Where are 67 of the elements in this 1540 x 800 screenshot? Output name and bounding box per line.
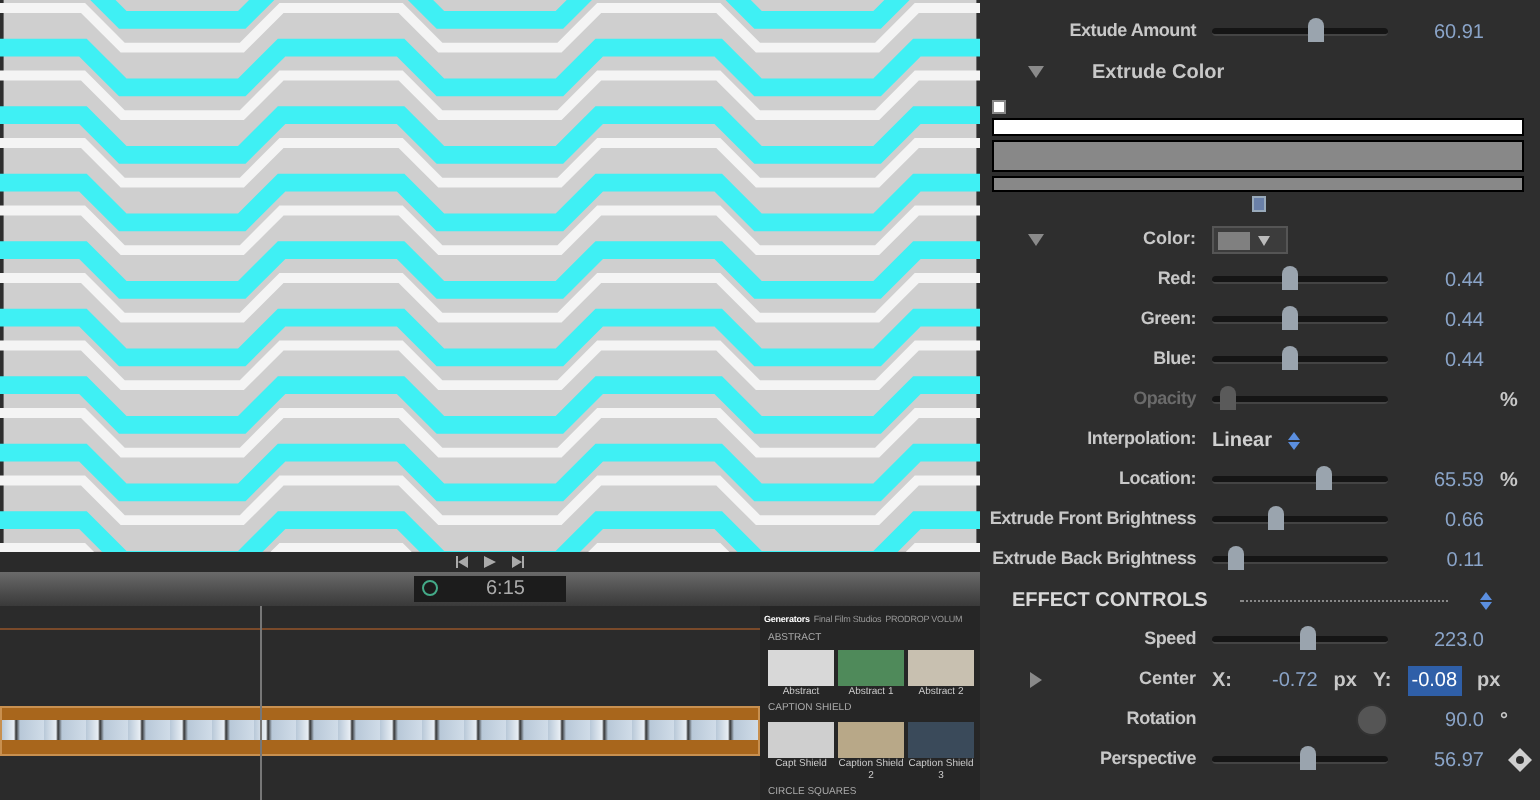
unit-label: ° [1500, 707, 1508, 735]
parameter-label: Extude Amount [1067, 18, 1196, 45]
caret-icon [1258, 235, 1270, 245]
parameter-label: Location: [1117, 466, 1196, 493]
generator-thumbnail[interactable] [908, 650, 974, 686]
skip-forward-icon[interactable] [512, 555, 524, 568]
unit-label: % [1500, 387, 1518, 415]
disclosure-triangle-icon[interactable] [1028, 672, 1044, 688]
disclosure-triangle-icon[interactable] [1028, 64, 1044, 80]
section-title: EFFECT CONTROLS [1012, 587, 1208, 615]
parameter-value[interactable]: -0.08 [1407, 665, 1462, 695]
skip-back-icon[interactable] [456, 555, 468, 568]
interpolation-popup[interactable]: Linear [1212, 425, 1301, 455]
parameter-label: Extrude Front Brightness [987, 506, 1196, 533]
keyframe-diamond-icon[interactable] [1508, 748, 1532, 772]
axis-label: X: [1212, 667, 1232, 695]
slider-thumb[interactable] [1228, 546, 1244, 570]
slider-thumb[interactable] [1300, 746, 1316, 770]
parameter-label: Interpolation: [1085, 426, 1196, 453]
slider-thumb[interactable] [1282, 266, 1299, 290]
slider-thumb[interactable] [1315, 466, 1332, 490]
parameter-label: Color: [1143, 226, 1196, 253]
video-clip[interactable] [0, 705, 760, 756]
unit-label: % [1500, 467, 1518, 495]
unit-label: px [1477, 667, 1501, 695]
slider-thumb[interactable] [1282, 346, 1299, 370]
color-stop-icon[interactable] [992, 100, 1006, 114]
slider-thumb[interactable] [1268, 506, 1284, 530]
parameter-label: Extrude Back Brightness [990, 546, 1196, 573]
parameter-value[interactable]: 0.44 [1404, 345, 1484, 375]
parameter-label: Rotation [1124, 706, 1196, 733]
color-well[interactable] [1212, 226, 1288, 254]
parameter-value[interactable]: 60.91 [1404, 17, 1484, 47]
parameter-label: Center [1138, 666, 1196, 693]
parameter-label: Blue: [1151, 346, 1196, 373]
gradient-bar[interactable] [992, 118, 1524, 136]
stepper-icon[interactable] [1480, 591, 1492, 609]
parameter-label: Green: [1138, 306, 1196, 333]
generator-thumbnail[interactable] [838, 721, 904, 757]
slider-thumb[interactable] [1282, 306, 1299, 330]
slider-thumb[interactable] [1300, 626, 1316, 650]
generator-thumbnail[interactable] [768, 650, 834, 686]
parameter-label: Speed [1142, 626, 1196, 653]
group-title: Extrude Color [1092, 59, 1225, 87]
parameter-label: Perspective [1097, 746, 1196, 773]
generator-thumbnail[interactable] [768, 721, 834, 757]
slider-thumb[interactable] [1308, 18, 1324, 42]
axis-label: Y: [1372, 667, 1392, 695]
parameter-value[interactable]: 65.59 [1404, 465, 1484, 495]
parameter-value[interactable]: 90.0 [1404, 705, 1484, 735]
generator-thumbnail[interactable] [838, 650, 904, 686]
parameter-value[interactable]: 0.11 [1404, 545, 1484, 575]
parameter-value[interactable]: 0.66 [1404, 505, 1484, 535]
timecode-display: 6:15 [414, 575, 566, 602]
unit-label: px [1333, 667, 1357, 695]
stepper-icon [1288, 431, 1301, 449]
generator-thumbnail[interactable] [908, 721, 974, 757]
play-icon[interactable] [484, 555, 496, 568]
parameter-label: Red: [1155, 266, 1196, 293]
parameter-label: Opacity [1131, 386, 1196, 413]
parameter-value[interactable]: 56.97 [1404, 745, 1484, 775]
parameter-value[interactable]: -0.72 [1272, 665, 1318, 695]
parameter-value[interactable]: 0.44 [1404, 305, 1484, 335]
parameter-value[interactable]: 0.44 [1404, 265, 1484, 295]
disclosure-triangle-icon[interactable] [1028, 232, 1044, 248]
color-stop-icon[interactable] [1251, 196, 1265, 212]
parameter-value[interactable]: 223.0 [1404, 625, 1484, 655]
